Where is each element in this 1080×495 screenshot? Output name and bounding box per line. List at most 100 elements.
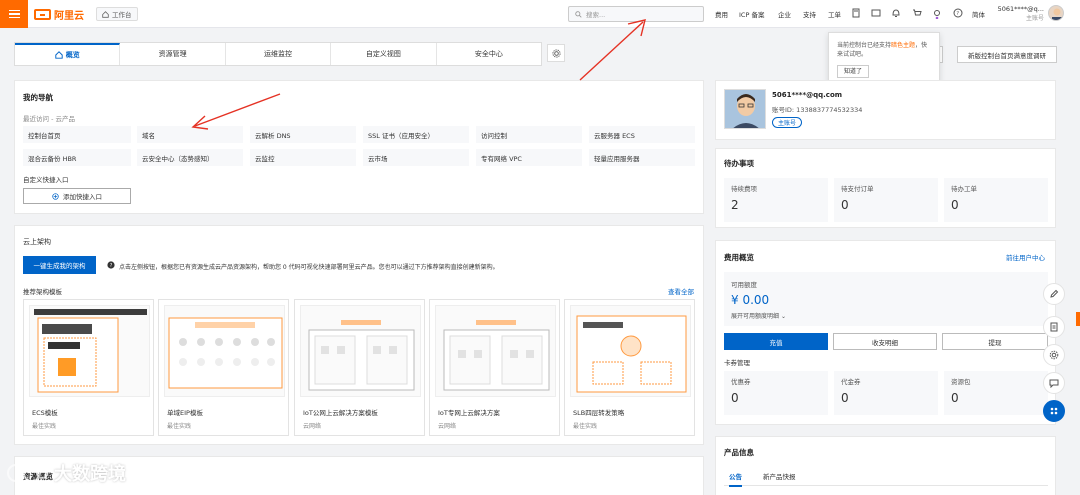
recent-item[interactable]: 混合云备份 HBR — [23, 149, 131, 166]
todo-item[interactable]: 待支付订单 0 — [834, 178, 938, 222]
recent-item[interactable]: 云安全中心（态势感知） — [137, 149, 243, 166]
statement-button[interactable]: 收支明细 — [833, 333, 937, 350]
generate-arch-button[interactable]: 一键生成我的架构 — [23, 256, 96, 274]
todo-value: 0 — [841, 198, 849, 212]
recent-item[interactable]: 控制台首页 — [23, 126, 131, 143]
main-tabs: 概览 资源管理 运维监控 自定义视图 安全中心 — [14, 42, 542, 66]
recent-item[interactable]: 云市场 — [363, 149, 469, 166]
image-icon[interactable] — [871, 8, 881, 18]
template-thumbnail — [435, 305, 556, 397]
svg-text:?: ? — [110, 263, 113, 269]
home-icon — [102, 10, 109, 18]
tooltip-ok-button[interactable]: 知道了 — [837, 65, 870, 78]
template-title: IoT公网上云解决方案模板 — [303, 409, 378, 417]
nav-enterprise[interactable]: 企业 — [778, 9, 791, 19]
recharge-button[interactable]: 充值 — [724, 333, 828, 350]
nav-icp[interactable]: ICP 备案 — [739, 9, 764, 19]
recommend-label: 推荐架构模板 — [23, 288, 62, 296]
recent-item[interactable]: 轻量应用服务器 — [589, 149, 695, 166]
account-role: 主账号 — [1025, 15, 1044, 22]
avatar[interactable] — [1048, 5, 1064, 21]
tab-new-products[interactable]: 新产品快报 — [763, 471, 796, 481]
cart-icon[interactable] — [912, 8, 922, 18]
balance-detail-toggle[interactable]: 展开可用额度明细 ⌄ — [731, 311, 786, 320]
recent-item[interactable]: 云解析 DNS — [250, 126, 356, 143]
tab-overview[interactable]: 概览 — [15, 43, 121, 65]
template-card[interactable]: 单域EIP模板 最佳实践 — [158, 299, 289, 436]
tab-security[interactable]: 安全中心 — [437, 43, 541, 65]
plus-circle-icon — [52, 192, 59, 200]
fee-title: 费用概览 — [724, 253, 754, 262]
recent-item[interactable]: 云服务器 ECS — [589, 126, 695, 143]
slb-diagram-image — [576, 315, 687, 393]
template-card[interactable]: IoT公网上云解决方案模板 云网络 — [294, 299, 425, 436]
language-switch[interactable]: 简体 — [972, 9, 985, 19]
coupon-item[interactable]: 优惠券 0 — [724, 371, 828, 415]
settings-button[interactable] — [547, 44, 565, 62]
chat-button[interactable] — [1043, 372, 1065, 394]
search-input[interactable]: 搜索... — [568, 6, 704, 22]
add-shortcut-button[interactable]: 添加快捷入口 — [23, 188, 131, 204]
todo-title: 待办事项 — [724, 159, 754, 168]
template-thumbnail — [29, 305, 150, 397]
template-thumbnail — [570, 305, 691, 397]
view-all-link[interactable]: 查看全部 — [668, 286, 694, 296]
eip-diagram-image — [168, 317, 283, 389]
template-card[interactable]: IoT专网上云解决方案 云网络 — [429, 299, 560, 436]
tab-overview-label: 概览 — [65, 51, 80, 59]
todo-item[interactable]: 待续费项 2 — [724, 178, 828, 222]
product-title: 产品信息 — [724, 448, 754, 457]
avatar[interactable] — [724, 89, 766, 129]
coupon-item-value: 0 — [951, 391, 959, 405]
account-name: 5061****@q... — [997, 5, 1044, 13]
coupon-item[interactable]: 代金券 0 — [834, 371, 938, 415]
todo-item[interactable]: 待办工单 0 — [944, 178, 1048, 222]
document-button[interactable] — [1043, 316, 1065, 338]
recent-item[interactable]: 云监控 — [250, 149, 356, 166]
recent-item[interactable]: 域名 — [137, 126, 243, 143]
nav-fee[interactable]: 费用 — [715, 9, 728, 19]
bell-icon[interactable] — [891, 8, 901, 18]
tab-announcement[interactable]: 公告 — [729, 471, 742, 487]
tooltip-highlight: 暗色主题 — [891, 42, 916, 49]
account-info[interactable]: 5061****@q... 主账号 — [996, 5, 1044, 23]
menu-icon[interactable] — [0, 0, 28, 28]
template-subtitle: 最佳实践 — [32, 423, 57, 430]
template-card[interactable]: ECS模板 最佳实践 — [23, 299, 154, 436]
custom-entry-label: 自定义快捷入口 — [23, 176, 69, 184]
logo[interactable]: 阿里云 — [34, 8, 84, 22]
edit-icon — [1050, 289, 1059, 298]
recent-item[interactable]: 访问控制 — [476, 126, 582, 143]
template-card[interactable]: SLB四层转发策略 最佳实践 — [564, 299, 695, 436]
tools-button[interactable] — [1043, 344, 1065, 366]
coupon-item[interactable]: 资源包 0 — [944, 371, 1048, 415]
workbench-button[interactable]: 工作台 — [96, 7, 138, 21]
recent-item[interactable]: 专有网络 VPC — [476, 149, 582, 166]
template-title: IoT专网上云解决方案 — [438, 409, 500, 417]
survey-button[interactable]: 新版控制台首页满意度调研 — [957, 46, 1057, 63]
calculator-icon[interactable] — [851, 8, 861, 18]
app-grid-button[interactable] — [1043, 400, 1065, 422]
help-icon[interactable]: ? — [953, 8, 963, 18]
user-center-link[interactable]: 前往用户中心 — [1006, 252, 1045, 262]
svg-text:?: ? — [956, 11, 959, 17]
tab-custom-view[interactable]: 自定义视图 — [331, 43, 437, 65]
nav-ticket[interactable]: 工单 — [828, 9, 841, 19]
feedback-button[interactable] — [1043, 283, 1065, 305]
recent-item[interactable]: SSL 证书（应用安全） — [363, 126, 469, 143]
template-title: ECS模板 — [32, 409, 58, 417]
recent-label: 最近访问 - 云产品 — [23, 115, 75, 123]
withdraw-button[interactable]: 提现 — [942, 333, 1048, 350]
coupon-item-value: 0 — [731, 391, 739, 405]
tab-resource[interactable]: 资源管理 — [120, 43, 226, 65]
todo-value: 2 — [731, 198, 739, 212]
nav-support[interactable]: 支持 — [803, 9, 816, 19]
template-subtitle: 最佳实践 — [573, 423, 598, 430]
document-icon — [1050, 322, 1058, 332]
template-thumbnail — [164, 305, 285, 397]
tab-ops[interactable]: 运维监控 — [226, 43, 332, 65]
todo-label: 待支付订单 — [841, 185, 874, 193]
ecs-diagram-image — [34, 309, 147, 393]
theme-icon[interactable] — [932, 9, 942, 19]
template-subtitle: 云网络 — [438, 423, 457, 430]
